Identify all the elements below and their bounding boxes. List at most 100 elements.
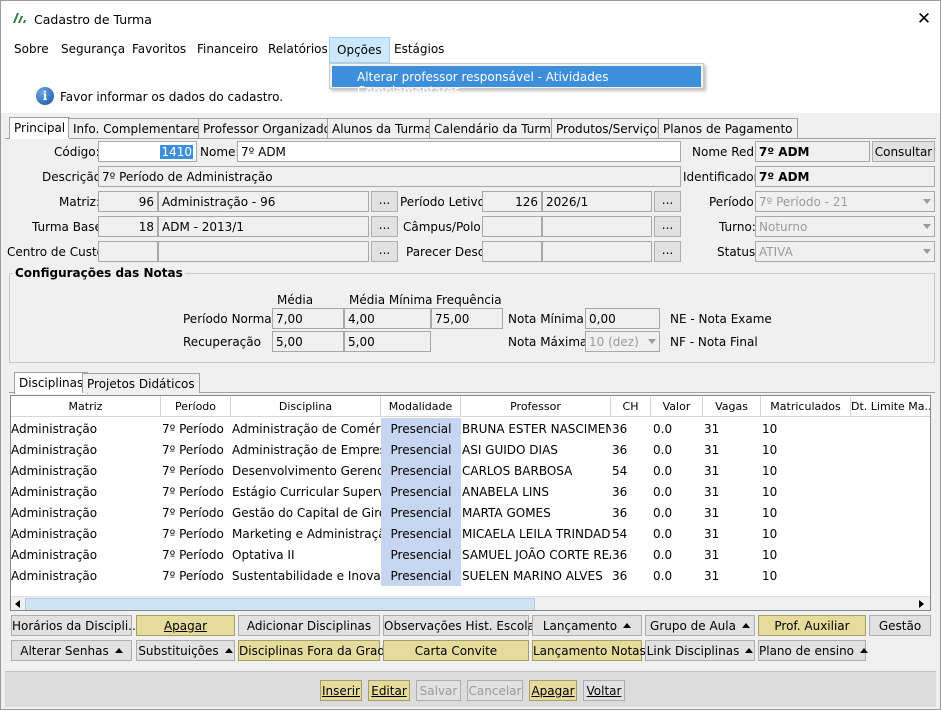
menu-sobre[interactable]: Sobre xyxy=(14,42,49,56)
column-header[interactable]: Matriculados xyxy=(761,396,851,417)
close-icon[interactable]: ✕ xyxy=(915,10,933,28)
turma-base-code-field[interactable]: 18 xyxy=(98,216,158,237)
column-header[interactable]: CH xyxy=(611,396,651,417)
lancamento-notas-button[interactable]: Lançamento Notas xyxy=(532,640,646,661)
scroll-right-icon[interactable] xyxy=(919,600,924,608)
prof-auxiliar-button[interactable]: Prof. Auxiliar xyxy=(758,615,866,636)
status-select[interactable]: ATIVA xyxy=(755,241,935,262)
disciplinas-fora-grade-button[interactable]: Disciplinas Fora da Grade xyxy=(238,640,392,661)
menu-item-alterar-professor[interactable]: Alterar professor responsável - Atividad… xyxy=(332,66,701,98)
tab-alunos-turma[interactable]: Alunos da Turma xyxy=(327,118,437,138)
menu-seguranca[interactable]: Segurança xyxy=(61,42,125,56)
table-cell: Presencial xyxy=(381,523,461,544)
grupo-aula-button[interactable]: Grupo de Aula xyxy=(645,615,755,636)
normal-media-minima-field[interactable]: 4,00 xyxy=(344,308,431,329)
substituicoes-button[interactable]: Substituições xyxy=(136,640,235,661)
menu-favoritos[interactable]: Favoritos xyxy=(132,42,186,56)
periodo-select[interactable]: 7º Período - 21 xyxy=(755,191,935,212)
matriz-lookup-button[interactable]: ... xyxy=(371,191,398,212)
turma-base-field[interactable]: ADM - 2013/1 xyxy=(158,216,369,237)
menu-financeiro[interactable]: Financeiro xyxy=(197,42,258,56)
horizontal-scrollbar[interactable] xyxy=(11,596,930,610)
table-cell: 31 xyxy=(704,506,720,520)
menu-relatorios[interactable]: Relatórios xyxy=(268,42,328,56)
link-disciplinas-button[interactable]: Link Disciplinas xyxy=(645,640,755,661)
lancamento-button[interactable]: Lançamento xyxy=(532,615,642,636)
periodo-letivo-label: Período Letivo: xyxy=(400,195,489,209)
consultar-button[interactable]: Consultar xyxy=(872,141,935,162)
codigo-value: 1410 xyxy=(160,145,193,159)
campus-lookup-button[interactable]: ... xyxy=(654,216,681,237)
table-cell xyxy=(852,544,930,565)
rec-media-field[interactable]: 5,00 xyxy=(272,331,344,352)
column-header[interactable]: Matriz xyxy=(11,396,161,417)
campus-field[interactable] xyxy=(542,216,652,237)
info-icon: i xyxy=(36,87,54,105)
turno-select[interactable]: Noturno xyxy=(755,216,935,237)
adicionar-disciplinas-button[interactable]: Adicionar Disciplinas xyxy=(238,615,380,636)
campus-code-field[interactable] xyxy=(482,216,542,237)
scrollbar-thumb[interactable] xyxy=(25,598,535,610)
menu-opcoes[interactable]: Opções xyxy=(329,37,390,63)
gestao-button[interactable]: Gestão xyxy=(869,615,931,636)
tab-principal[interactable]: Principal xyxy=(9,117,71,139)
tab-professor-organizador[interactable]: Professor Organizador xyxy=(198,118,341,138)
nota-maxima-select[interactable]: 10 (dez) xyxy=(585,331,660,352)
centro-custo-code-field[interactable] xyxy=(98,241,158,262)
disciplinas-grid[interactable]: Matriz Período Disciplina Modalidade Profess… xyxy=(10,395,931,611)
codigo-field[interactable]: 1410 xyxy=(98,141,197,162)
table-cell: Gestão do Capital de Giro xyxy=(232,506,381,520)
column-header[interactable]: Vagas xyxy=(703,396,761,417)
table-cell: Estágio Curricular Supervisio xyxy=(232,485,381,499)
turma-base-lookup-button[interactable]: ... xyxy=(371,216,398,237)
cancelar-button[interactable]: Cancelar xyxy=(467,680,523,701)
voltar-button[interactable]: Voltar xyxy=(583,680,625,701)
normal-media-field[interactable]: 7,00 xyxy=(272,308,344,329)
menu-estagios[interactable]: Estágios xyxy=(394,42,444,56)
identificador-field[interactable]: 7º ADM xyxy=(755,166,935,187)
nota-minima-field[interactable]: 0,00 xyxy=(585,308,660,329)
horarios-disciplina-button[interactable]: Horários da Discipli... xyxy=(11,615,140,636)
tab-info-complementares[interactable]: Info. Complementares xyxy=(68,118,211,138)
column-header[interactable]: Modalidade xyxy=(381,396,461,417)
table-cell: 31 xyxy=(704,527,720,541)
column-header[interactable]: Valor xyxy=(651,396,703,417)
scroll-left-icon[interactable] xyxy=(15,600,20,608)
parecer-field[interactable] xyxy=(542,241,652,262)
tab-disciplinas[interactable]: Disciplinas xyxy=(14,372,89,394)
periodo-letivo-lookup-button[interactable]: ... xyxy=(654,191,681,212)
column-header[interactable]: Período xyxy=(161,396,231,417)
rec-media-minima-field[interactable]: 5,00 xyxy=(344,331,431,352)
alterar-senhas-button[interactable]: Alterar Senhas xyxy=(11,640,132,661)
tab-calendario-turma[interactable]: Calendário da Turma xyxy=(429,118,564,138)
matriz-name-field[interactable]: Administração - 96 xyxy=(158,191,369,212)
parecer-lookup-button[interactable]: ... xyxy=(654,241,681,262)
table-cell: 10 xyxy=(762,485,778,499)
parecer-code-field[interactable] xyxy=(482,241,542,262)
centro-custo-lookup-button[interactable]: ... xyxy=(371,241,398,262)
nome-red-field[interactable]: 7º ADM xyxy=(755,141,870,162)
salvar-button[interactable]: Salvar xyxy=(416,680,461,701)
periodo-letivo-field[interactable]: 2026/1 xyxy=(542,191,652,212)
table-cell: 31 xyxy=(704,485,720,499)
normal-frequencia-field[interactable]: 75,00 xyxy=(431,308,503,329)
table-cell xyxy=(852,502,930,523)
descricao-field[interactable]: 7º Período de Administração xyxy=(98,166,681,187)
nome-field[interactable]: 7º ADM xyxy=(237,141,681,162)
apagar-bottom-button[interactable]: Apagar xyxy=(529,680,577,701)
tab-projetos-didaticos[interactable]: Projetos Didáticos xyxy=(82,373,200,393)
tab-planos-pagamento[interactable]: Planos de Pagamento xyxy=(658,118,798,138)
plano-ensino-button[interactable]: Plano de ensino xyxy=(758,640,869,661)
editar-button[interactable]: Editar xyxy=(368,680,410,701)
apagar-button[interactable]: Apagar xyxy=(136,615,235,636)
inserir-button[interactable]: Inserir xyxy=(320,680,362,701)
column-header[interactable]: Professor xyxy=(461,396,611,417)
carta-convite-button[interactable]: Carta Convite xyxy=(383,640,529,661)
column-header[interactable]: Disciplina xyxy=(231,396,381,417)
periodo-letivo-code-field[interactable]: 126 xyxy=(482,191,542,212)
tab-produtos-servicos[interactable]: Produtos/Serviços xyxy=(551,118,669,138)
matriz-code-field[interactable]: 96 xyxy=(98,191,158,212)
centro-custo-field[interactable] xyxy=(158,241,369,262)
column-header[interactable]: Dt. Limite Ma... xyxy=(851,396,930,417)
observacoes-hist-escolar-button[interactable]: Observações Hist. Escolar xyxy=(383,615,540,636)
